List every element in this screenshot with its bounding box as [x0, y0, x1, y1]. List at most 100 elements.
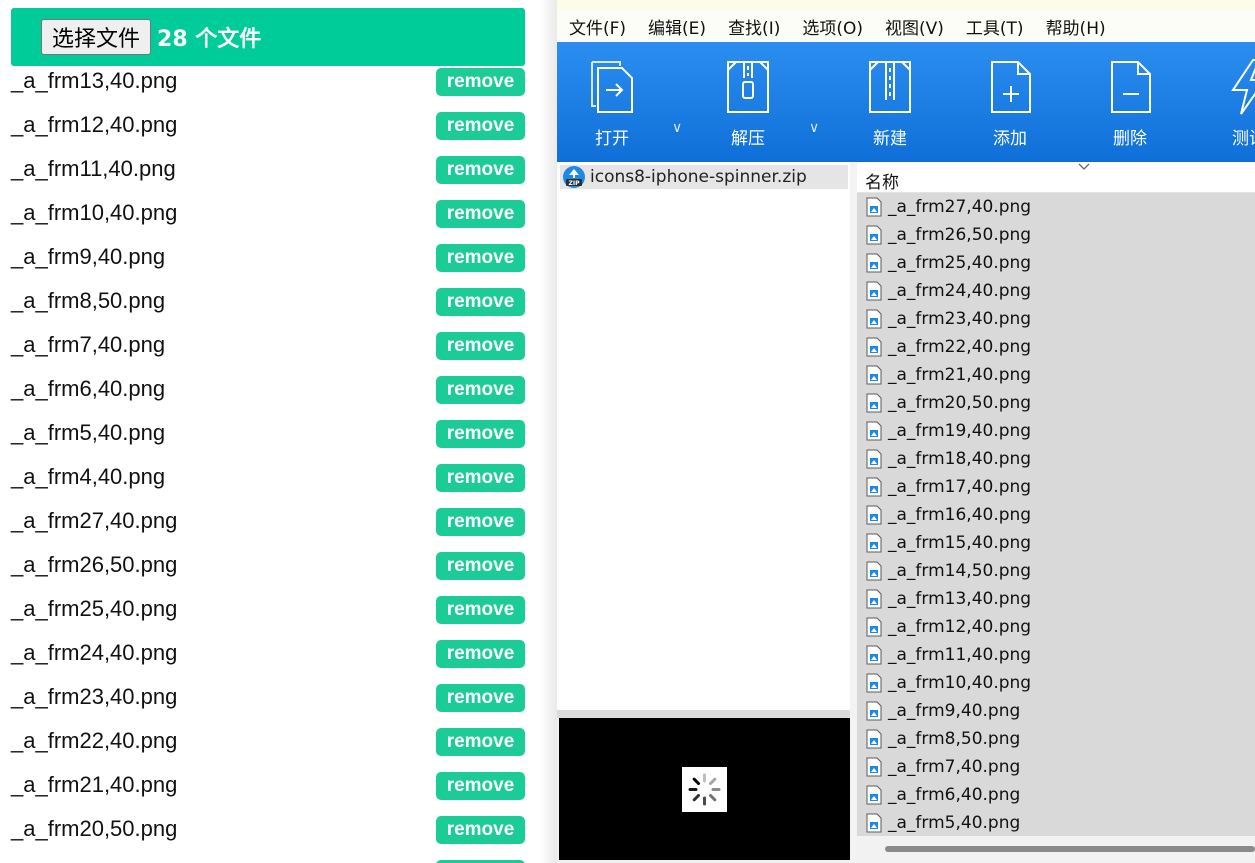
upload-file-row: _a_frm6,40.png remove [0, 366, 540, 410]
upload-file-row: _a_frm9,40.png remove [0, 234, 540, 278]
archive-file-row[interactable]: _a_frm5,40.png [857, 809, 1255, 836]
image-file-icon [866, 393, 882, 413]
upload-page: 选择文件 28 个文件 _a_frm13,40.png remove _a_frm1… [0, 0, 540, 863]
remove-button[interactable]: remove [436, 728, 525, 756]
archive-file-name: _a_frm10,40.png [888, 673, 1032, 693]
archive-file-row[interactable]: _a_frm25,40.png [857, 249, 1255, 277]
menu-view[interactable]: 视图(V) [885, 14, 944, 39]
menu-edit[interactable]: 编辑(E) [648, 14, 706, 39]
menu-options[interactable]: 选项(O) [802, 14, 863, 39]
menu-help[interactable]: 帮助(H) [1046, 14, 1106, 39]
upload-file-name: _a_frm22,40.png [11, 728, 178, 753]
archive-file-row[interactable]: _a_frm8,50.png [857, 725, 1255, 753]
menu-tools[interactable]: 工具(T) [966, 14, 1024, 39]
archive-file-row[interactable]: _a_frm19,40.png [857, 417, 1255, 445]
image-file-icon [866, 337, 882, 357]
upload-file-row: _a_frm4,40.png remove [0, 454, 540, 498]
archive-file-name: _a_frm8,50.png [888, 729, 1021, 749]
upload-file-row: _a_frm27,40.png remove [0, 498, 540, 542]
image-file-icon [866, 533, 882, 553]
folder-tree: ZIP icons8-iphone-spinner.zip [557, 162, 850, 710]
archive-file-row[interactable]: _a_frm13,40.png [857, 585, 1255, 613]
remove-button[interactable]: remove [436, 464, 525, 492]
remove-button[interactable]: remove [436, 200, 525, 228]
archive-file-row[interactable]: _a_frm23,40.png [857, 305, 1255, 333]
menu-file[interactable]: 文件(F) [569, 14, 626, 39]
archive-file-name: _a_frm24,40.png [888, 281, 1032, 301]
new-button[interactable]: 新建 [850, 56, 930, 156]
archive-file-row[interactable]: _a_frm17,40.png [857, 473, 1255, 501]
archive-file-name: _a_frm23,40.png [888, 309, 1032, 329]
delete-button[interactable]: 删除 [1090, 56, 1170, 156]
remove-button[interactable]: remove [436, 420, 525, 448]
image-file-icon [866, 449, 882, 469]
archive-file-row[interactable]: _a_frm6,40.png [857, 781, 1255, 809]
archive-file-name: _a_frm7,40.png [888, 757, 1021, 777]
remove-button[interactable]: remove [436, 244, 525, 272]
upload-file-name: _a_frm26,50.png [11, 552, 178, 577]
archive-file-row[interactable]: _a_frm24,40.png [857, 277, 1255, 305]
remove-button[interactable]: remove [436, 332, 525, 360]
remove-button[interactable]: remove [436, 684, 525, 712]
archive-file-name: _a_frm12,40.png [888, 617, 1032, 637]
tree-item-archive[interactable]: ZIP icons8-iphone-spinner.zip [560, 165, 848, 189]
remove-button[interactable]: remove [436, 552, 525, 580]
upload-file-row: remove [0, 850, 540, 863]
test-button[interactable]: 测试 [1209, 56, 1255, 156]
file-count-label: 28 个文件 [157, 27, 262, 52]
upload-file-row: _a_frm12,40.png remove [0, 102, 540, 146]
menu-find[interactable]: 查找(I) [728, 14, 780, 39]
archive-file-row[interactable]: _a_frm20,50.png [857, 389, 1255, 417]
archive-file-row[interactable]: _a_frm9,40.png [857, 697, 1255, 725]
upload-file-name: _a_frm13,40.png [11, 68, 178, 93]
add-file-icon [991, 61, 1031, 113]
archive-file-name: _a_frm17,40.png [888, 477, 1032, 497]
upload-file-name: _a_frm10,40.png [11, 200, 178, 225]
upload-file-row: _a_frm8,50.png remove [0, 278, 540, 322]
pane-splitter[interactable] [850, 162, 857, 863]
remove-button[interactable]: remove [436, 288, 525, 316]
archive-file-row[interactable]: _a_frm26,50.png [857, 221, 1255, 249]
remove-button[interactable]: remove [436, 596, 525, 624]
image-file-icon [866, 253, 882, 273]
remove-button[interactable]: remove [436, 68, 525, 96]
archive-file-row[interactable]: _a_frm10,40.png [857, 669, 1255, 697]
archive-file-row[interactable]: _a_frm16,40.png [857, 501, 1255, 529]
remove-button[interactable]: remove [436, 816, 525, 844]
open-button[interactable]: 打开 [572, 56, 652, 156]
upload-file-row: _a_frm25,40.png remove [0, 586, 540, 630]
archive-file-row[interactable]: _a_frm21,40.png [857, 361, 1255, 389]
archive-file-row[interactable]: _a_frm22,40.png [857, 333, 1255, 361]
archive-file-row[interactable]: _a_frm7,40.png [857, 753, 1255, 781]
preview-separator[interactable] [557, 710, 850, 718]
new-archive-icon [869, 61, 911, 113]
remove-button[interactable]: remove [436, 772, 525, 800]
extract-dropdown-chevron-icon[interactable]: ∨ [809, 120, 819, 136]
upload-file-name: _a_frm8,50.png [11, 288, 166, 313]
remove-button[interactable]: remove [436, 112, 525, 140]
extract-button[interactable]: 解压 [708, 56, 788, 156]
archive-file-row[interactable]: _a_frm14,50.png [857, 557, 1255, 585]
open-dropdown-chevron-icon[interactable]: ∨ [672, 120, 682, 136]
archive-file-row[interactable]: _a_frm11,40.png [857, 641, 1255, 669]
archive-file-row[interactable]: _a_frm12,40.png [857, 613, 1255, 641]
archive-file-name: _a_frm13,40.png [888, 589, 1032, 609]
column-header-name[interactable]: 名称 [857, 162, 1255, 193]
remove-button[interactable]: remove [436, 376, 525, 404]
choose-files-button[interactable]: 选择文件 [41, 19, 152, 55]
upload-file-row: _a_frm7,40.png remove [0, 322, 540, 366]
archive-file-row[interactable]: _a_frm15,40.png [857, 529, 1255, 557]
image-file-icon [866, 365, 882, 385]
horizontal-scrollbar[interactable] [857, 836, 1255, 863]
remove-button[interactable]: remove [436, 508, 525, 536]
archive-file-row[interactable]: _a_frm18,40.png [857, 445, 1255, 473]
scrollbar-thumb[interactable] [885, 846, 1255, 852]
add-button[interactable]: 添加 [970, 56, 1050, 156]
remove-button[interactable]: remove [436, 156, 525, 184]
image-file-icon [866, 673, 882, 693]
archive-file-name: _a_frm26,50.png [888, 225, 1032, 245]
remove-button[interactable]: remove [436, 640, 525, 668]
archive-file-row[interactable]: _a_frm27,40.png [857, 193, 1255, 221]
upload-file-list: _a_frm13,40.png remove _a_frm12,40.png remo… [0, 58, 540, 863]
image-file-icon [866, 477, 882, 497]
